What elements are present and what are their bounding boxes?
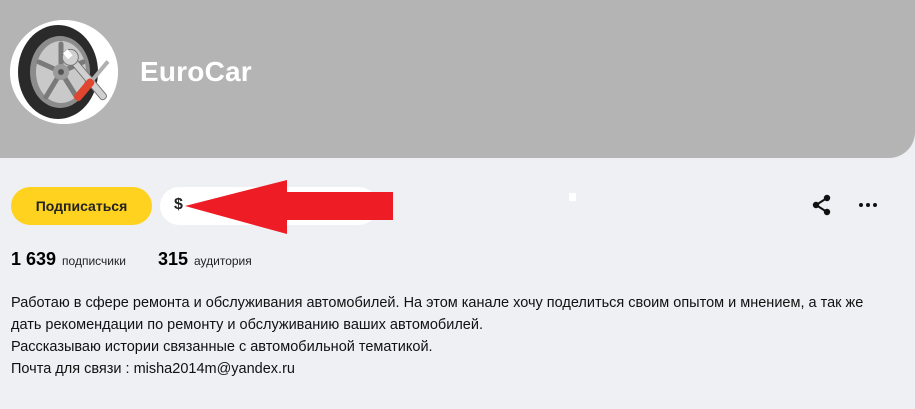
subscribers-count: 1 639: [11, 249, 57, 269]
description-line: Рассказываю истории связанные с автомоби…: [11, 339, 433, 355]
channel-title[interactable]: EuroCar: [140, 56, 252, 88]
subscribers-stat[interactable]: 1 639 подписчики: [11, 249, 126, 270]
white-mark: [569, 193, 576, 201]
description-line: Работаю в сфере ремонта и обслуживания а…: [11, 295, 864, 333]
wheel-wrench-logo-icon: [10, 20, 118, 124]
dollar-icon: $: [174, 196, 183, 213]
channel-description: Работаю в сфере ремонта и обслуживания а…: [11, 292, 891, 380]
subscribers-label: подписчики: [62, 254, 126, 268]
audience-stat[interactable]: 315 аудитория: [158, 249, 252, 270]
audience-label: аудитория: [193, 254, 252, 268]
channel-cover: EuroCar: [0, 0, 915, 158]
channel-stats: 1 639 подписчики 315 аудитория: [11, 249, 284, 270]
audience-count: 315: [157, 249, 188, 269]
red-arrow-icon: [185, 180, 393, 234]
channel-avatar[interactable]: [10, 20, 118, 124]
share-icon[interactable]: [810, 194, 834, 216]
subscribe-button[interactable]: Подписаться: [11, 187, 152, 225]
more-icon[interactable]: [856, 194, 880, 216]
contact-email: Почта для связи : misha2014m@yandex.ru: [11, 361, 295, 377]
